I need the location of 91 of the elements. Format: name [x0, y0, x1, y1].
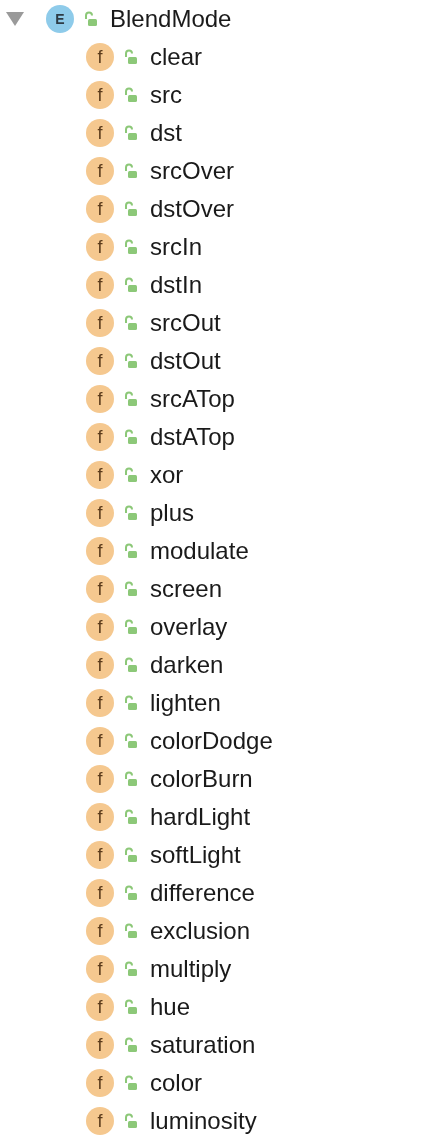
field-name[interactable]: hardLight: [150, 805, 251, 829]
unlocked-padlock-icon: [124, 543, 138, 559]
field-badge-icon: f: [86, 879, 114, 907]
field-badge-icon: f: [86, 499, 114, 527]
field-badge-icon: f: [86, 195, 114, 223]
field-name[interactable]: colorBurn: [150, 767, 253, 791]
field-badge-icon: f: [86, 385, 114, 413]
field-badge-icon: f: [86, 309, 114, 337]
unlocked-padlock-icon: [84, 11, 98, 27]
unlocked-padlock-icon: [124, 809, 138, 825]
field-name[interactable]: hue: [150, 995, 191, 1019]
unlocked-padlock-icon: [124, 885, 138, 901]
field-name[interactable]: saturation: [150, 1033, 256, 1057]
field-badge-icon: f: [86, 803, 114, 831]
unlocked-padlock-icon: [124, 87, 138, 103]
unlocked-padlock-icon: [124, 467, 138, 483]
field-name[interactable]: dstOver: [150, 197, 235, 221]
field-name[interactable]: dstIn: [150, 273, 203, 297]
field-name[interactable]: darken: [150, 653, 224, 677]
field-badge-icon: f: [86, 689, 114, 717]
field-name[interactable]: colorDodge: [150, 729, 273, 753]
field-badge-icon: f: [86, 423, 114, 451]
unlocked-padlock-icon: [124, 505, 138, 521]
unlocked-padlock-icon: [124, 49, 138, 65]
field-name[interactable]: screen: [150, 577, 223, 601]
field-name[interactable]: difference: [150, 881, 255, 905]
field-badge-icon: f: [86, 917, 114, 945]
field-badge-icon: f: [86, 1031, 114, 1059]
field-name[interactable]: plus: [150, 501, 195, 525]
field-badge-icon: f: [86, 347, 114, 375]
unlocked-padlock-icon: [124, 847, 138, 863]
unlocked-padlock-icon: [124, 163, 138, 179]
field-badge-icon: f: [86, 575, 114, 603]
unlocked-padlock-icon: [124, 315, 138, 331]
unlocked-padlock-icon: [124, 619, 138, 635]
unlocked-padlock-icon: [124, 1113, 138, 1129]
field-badge-icon: f: [86, 157, 114, 185]
field-badge-icon: f: [86, 119, 114, 147]
field-name[interactable]: srcOut: [150, 311, 221, 335]
field-badge-icon: f: [86, 727, 114, 755]
field-badge-icon: f: [86, 81, 114, 109]
unlocked-padlock-icon: [124, 277, 138, 293]
field-badge-icon: f: [86, 993, 114, 1021]
field-badge-icon: f: [86, 841, 114, 869]
enum-name[interactable]: BlendMode: [110, 7, 232, 31]
field-badge-icon: f: [86, 1107, 114, 1135]
field-name[interactable]: modulate: [150, 539, 249, 563]
field-name[interactable]: softLight: [150, 843, 241, 867]
field-name[interactable]: dstATop: [150, 425, 235, 449]
field-name[interactable]: luminosity: [150, 1109, 257, 1133]
field-name[interactable]: color: [150, 1071, 203, 1095]
field-badge-icon: f: [86, 43, 114, 71]
field-name[interactable]: clear: [150, 45, 203, 69]
unlocked-padlock-icon: [124, 657, 138, 673]
unlocked-padlock-icon: [124, 771, 138, 787]
unlocked-padlock-icon: [124, 391, 138, 407]
unlocked-padlock-icon: [124, 999, 138, 1015]
field-name[interactable]: exclusion: [150, 919, 251, 943]
field-name[interactable]: lighten: [150, 691, 221, 715]
field-badge-icon: f: [86, 651, 114, 679]
unlocked-padlock-icon: [124, 239, 138, 255]
field-badge-icon: f: [86, 461, 114, 489]
field-badge-icon: f: [86, 765, 114, 793]
field-name[interactable]: srcOver: [150, 159, 234, 183]
unlocked-padlock-icon: [124, 353, 138, 369]
unlocked-padlock-icon: [124, 125, 138, 141]
collapse-triangle-icon[interactable]: [6, 12, 24, 26]
unlocked-padlock-icon: [124, 695, 138, 711]
unlocked-padlock-icon: [124, 961, 138, 977]
unlocked-padlock-icon: [124, 733, 138, 749]
field-badge-icon: f: [86, 271, 114, 299]
unlocked-padlock-icon: [124, 1037, 138, 1053]
field-name[interactable]: xor: [150, 463, 184, 487]
field-badge-icon: f: [86, 233, 114, 261]
enum-badge-icon: E: [46, 5, 74, 33]
unlocked-padlock-icon: [124, 923, 138, 939]
field-badge-icon: f: [86, 955, 114, 983]
field-name[interactable]: srcIn: [150, 235, 202, 259]
field-badge-icon: f: [86, 537, 114, 565]
field-badge-icon: f: [86, 1069, 114, 1097]
unlocked-padlock-icon: [124, 581, 138, 597]
unlocked-padlock-icon: [124, 429, 138, 445]
field-name[interactable]: multiply: [150, 957, 232, 981]
field-name[interactable]: srcATop: [150, 387, 235, 411]
field-name[interactable]: src: [150, 83, 182, 107]
field-name[interactable]: dstOut: [150, 349, 221, 373]
field-name[interactable]: dst: [150, 121, 182, 145]
unlocked-padlock-icon: [124, 201, 138, 217]
field-badge-icon: f: [86, 613, 114, 641]
field-name[interactable]: overlay: [150, 615, 228, 639]
unlocked-padlock-icon: [124, 1075, 138, 1091]
